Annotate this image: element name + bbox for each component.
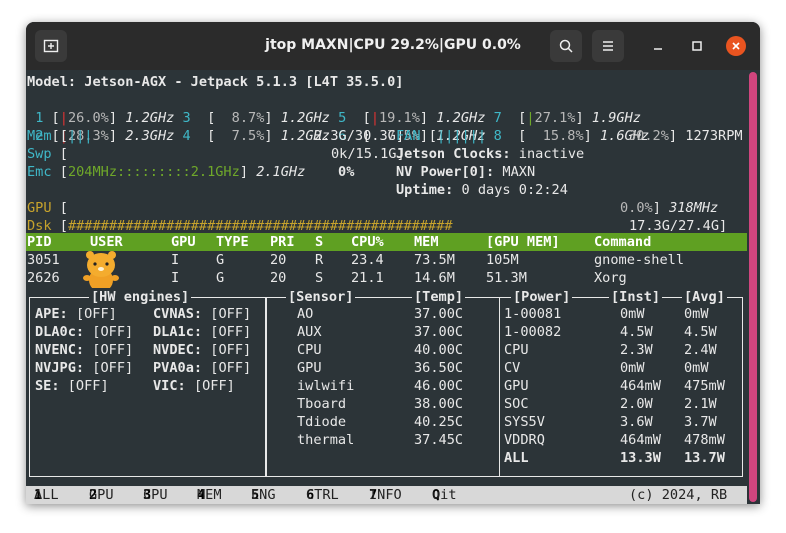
- process-table-header: PID USER GPU TYPE PRI S CPU% MEM [GPU ME…: [26, 233, 747, 251]
- emc-row: Emc [204MHz:::::::::2.1GHz] 2.1GHz 0%: [27, 164, 355, 180]
- col-gpu[interactable]: GPU: [171, 233, 196, 251]
- col-user[interactable]: USER: [90, 233, 123, 251]
- col-state[interactable]: S: [315, 233, 323, 251]
- terminal-window: jtop MAXN|CPU 29.2%|GPU 0.0% Model: Jets…: [26, 22, 760, 504]
- close-button[interactable]: [726, 36, 746, 56]
- temp-title: [Temp]: [412, 288, 466, 306]
- minimize-button[interactable]: [648, 36, 668, 56]
- cpu-row-1: 1 [|26.0%] 1.2GHz 3 [ 8.7%] 1.2GHz 5 [|1…: [35, 110, 641, 126]
- swp-row: Swp [: [27, 146, 68, 162]
- fan-row: FAN [||||||: [396, 128, 487, 144]
- col-mem[interactable]: MEM: [414, 233, 439, 251]
- gpu-row: GPU [: [27, 200, 68, 216]
- mem-row: Mem [|||: [27, 128, 93, 144]
- avg-title: [Avg]: [682, 288, 727, 306]
- power-total-label: ALL: [504, 450, 529, 466]
- hamburger-icon: [603, 41, 613, 51]
- swp-value: 0k/15.1G]: [331, 146, 405, 162]
- col-pri[interactable]: PRI: [270, 233, 295, 251]
- nv-power: NV Power[0]: MAXN: [396, 164, 536, 180]
- menu-button[interactable]: [592, 30, 624, 62]
- mem-value: 2.3G/30.3G]: [314, 128, 405, 144]
- title-bar: jtop MAXN|CPU 29.2%|GPU 0.0%: [26, 22, 760, 70]
- sensor-title: [Sensor]: [286, 288, 356, 306]
- search-button[interactable]: [550, 30, 582, 62]
- close-icon: [732, 42, 740, 50]
- scrollbar[interactable]: [749, 72, 757, 502]
- col-cpu[interactable]: CPU%: [351, 233, 384, 251]
- maximize-icon: [692, 41, 702, 51]
- jetson-clocks: Jetson Clocks: inactive: [396, 146, 585, 162]
- inst-title: [Inst]: [609, 288, 663, 306]
- col-command[interactable]: Command: [594, 233, 651, 251]
- cpu-row-2: 2 [|28.3%] 2.3GHz 4 [ 7.5%] 1.2GHz 6 [ 7…: [35, 128, 650, 144]
- terminal-area[interactable]: Model: Jetson-AGX - Jetpack 5.1.3 [L4T 3…: [26, 70, 747, 504]
- col-gpu-mem[interactable]: [GPU MEM]: [486, 233, 560, 251]
- footer-bar: 1 ALL 2 GPU 3 CPU 4 MEM 5 ENG 6 CTRL 7 INFO Qui…: [26, 486, 747, 504]
- power-title: [Power]: [511, 288, 573, 306]
- gpu-value: 0.0%] 318MHz: [620, 200, 719, 216]
- search-icon: [559, 39, 573, 53]
- col-pid[interactable]: PID: [27, 233, 52, 251]
- maximize-button[interactable]: [687, 36, 707, 56]
- fan-value: 30.2%] 1273RPM: [628, 128, 743, 144]
- col-type[interactable]: TYPE: [216, 233, 249, 251]
- uptime: Uptime: 0 days 0:2:24: [396, 182, 568, 198]
- panel-divider: [499, 297, 500, 476]
- model-line: Model: Jetson-AGX - Jetpack 5.1.3 [L4T 3…: [27, 74, 404, 90]
- copyright: (c) 2024, RB: [629, 487, 728, 503]
- minimize-icon: [654, 48, 662, 50]
- hw-engines-title: [HW engines]: [89, 288, 192, 306]
